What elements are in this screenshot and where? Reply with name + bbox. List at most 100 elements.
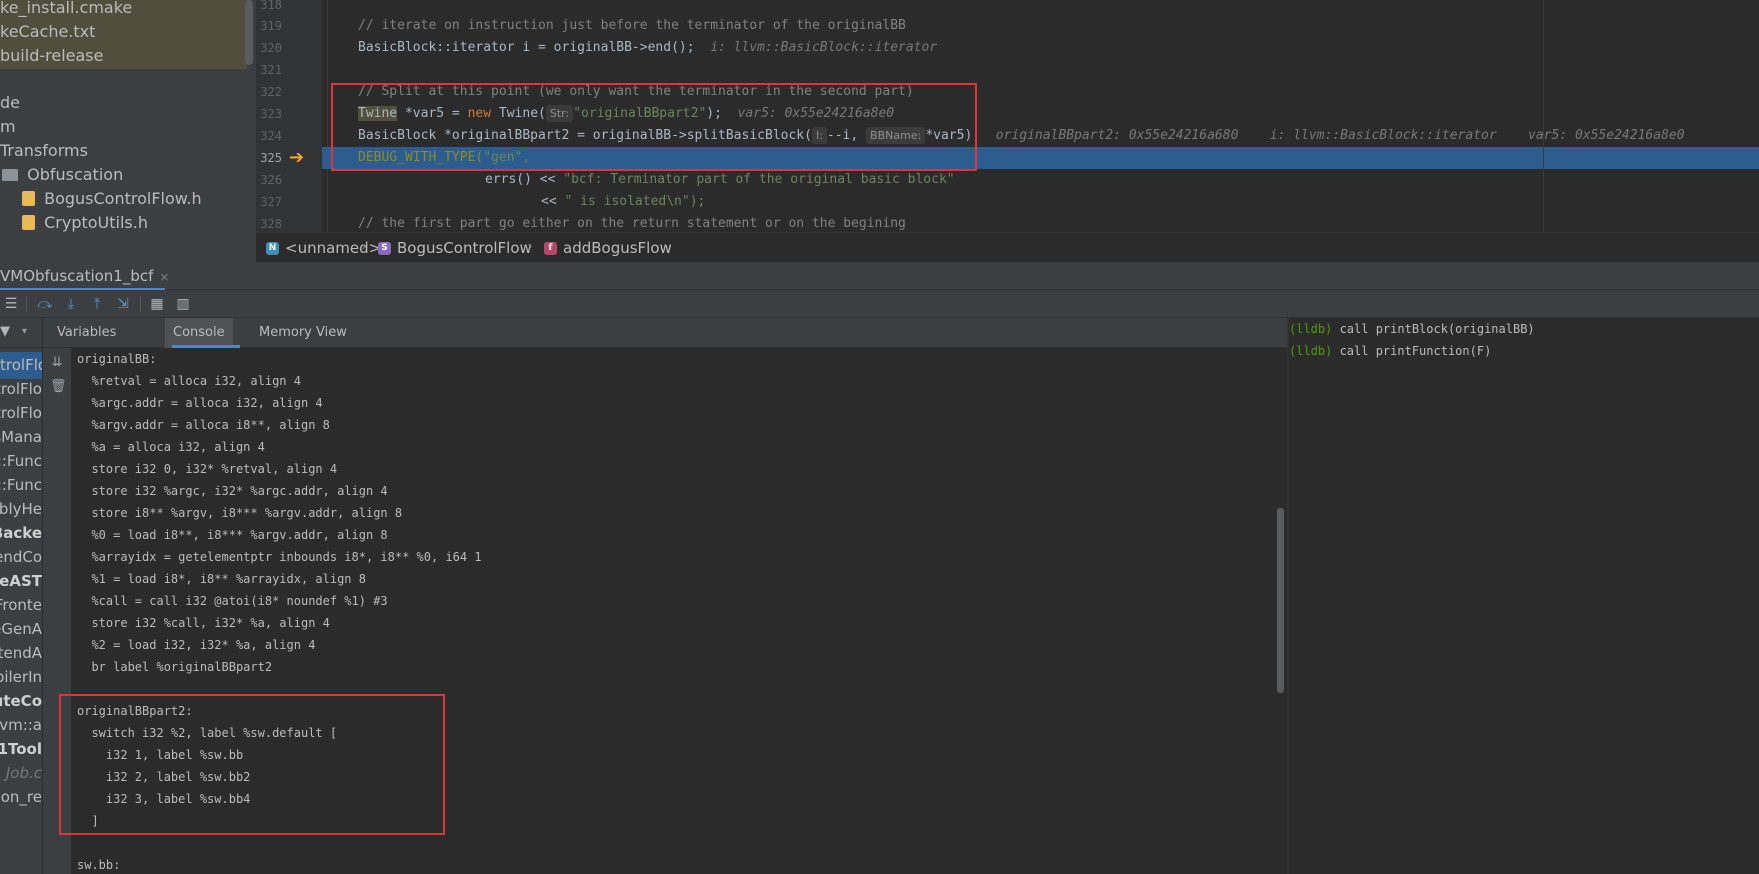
- close-icon[interactable]: ×: [159, 270, 169, 284]
- tree-item-boguscontrolflow-h[interactable]: BogusControlFlow.h: [22, 185, 202, 212]
- tree-item-de[interactable]: de: [0, 89, 20, 116]
- tree-item-cryptoutils-h[interactable]: CryptoUtils.h: [22, 209, 148, 236]
- folder-icon: [2, 168, 18, 181]
- chevron-down-icon[interactable]: ▾: [22, 326, 27, 337]
- header-file-icon: [22, 191, 35, 206]
- lldb-command-pane[interactable]: (lldb) call printBlock(originalBB) (lldb…: [1289, 318, 1759, 874]
- tab-variables[interactable]: Variables: [57, 318, 116, 348]
- frame-item[interactable]: Job.c: [6, 760, 42, 787]
- code-editor[interactable]: 318 319 320 321 322 323 324 325 326 327 …: [256, 0, 1759, 232]
- console-line: store i8** %argv, i8*** %argv.addr, alig…: [77, 506, 403, 520]
- console-line: store i32 0, i32* %retval, align 4: [77, 462, 338, 476]
- frame-item[interactable]: ablyHe: [0, 496, 42, 523]
- run-to-cursor-icon[interactable]: ⇲: [113, 294, 133, 314]
- tree-scrollbar[interactable]: [245, 0, 253, 65]
- line-number-current: 325: [260, 151, 282, 165]
- console-line: sw.bb:: [77, 858, 121, 872]
- tree-item-label: ke_install.cmake: [0, 0, 133, 17]
- code-line-325: DEBUG_WITH_TYPE("gen",: [358, 150, 531, 165]
- inline-value-hint: var5: 0x55e24216a8e0: [737, 106, 895, 121]
- console-line: %2 = load i32, i32* %a, align 4: [77, 638, 316, 652]
- filter-icon[interactable]: ▼: [0, 324, 10, 339]
- breadcrumb-struct[interactable]: S BogusControlFlow: [378, 239, 532, 257]
- line-number: 318: [260, 0, 282, 12]
- code-line-323: Twine *var5 = new Twine(Str: "originalBBp…: [358, 105, 895, 122]
- frame-item[interactable]: y::Func: [0, 448, 42, 475]
- frame-item[interactable]: tendA: [0, 640, 42, 667]
- line-number: 324: [260, 129, 282, 143]
- step-out-icon[interactable]: ⤒: [87, 294, 107, 314]
- console-line: store i32 %call, i32* %a, align 4: [77, 616, 330, 630]
- evaluate-table-icon[interactable]: ▦: [147, 294, 167, 314]
- tree-item-cmakecache[interactable]: keCache.txt: [0, 18, 247, 45]
- breadcrumb-separator: ›: [361, 239, 367, 255]
- console-line: i32 1, label %sw.bb: [77, 748, 244, 762]
- parameter-hint: BBName:: [866, 127, 926, 144]
- tree-item-label: keCache.txt: [0, 22, 96, 41]
- tree-item-m[interactable]: m: [0, 113, 16, 140]
- step-into-icon[interactable]: ⤓: [61, 294, 81, 314]
- toolbar-separator: [140, 296, 141, 312]
- tab-memory-view[interactable]: Memory View: [259, 318, 347, 348]
- frame-item[interactable]: tBacke: [0, 520, 42, 547]
- frame-item[interactable]: seAST: [0, 568, 42, 595]
- namespace-icon: N: [266, 242, 279, 255]
- console-line: %1 = load i8*, i8** %arrayidx, align 8: [77, 572, 366, 586]
- scroll-to-end-icon[interactable]: ⇊: [50, 356, 64, 370]
- line-number: 327: [260, 195, 282, 209]
- code-line-320: BasicBlock::iterator i = originalBB->end…: [358, 40, 938, 55]
- frame-item[interactable]: C1Tool: [0, 736, 42, 763]
- project-tree-panel: ke_install.cmake keCache.txt build-relea…: [0, 0, 256, 262]
- layout-icon[interactable]: ▥: [173, 294, 193, 314]
- console-line: ]: [77, 814, 99, 828]
- console-line: store i32 %argc, i32* %argc.addr, align …: [77, 484, 388, 498]
- frame-item[interactable]: ion_re: [0, 784, 42, 811]
- tree-item-transforms[interactable]: Transforms: [0, 137, 88, 164]
- frame-item[interactable]: trolFlo: [0, 352, 42, 379]
- frame-item[interactable]: eGenA: [0, 616, 42, 643]
- inline-value-hint: i: llvm::BasicBlock::iterator: [1269, 128, 1497, 143]
- frame-item[interactable]: llvm::a: [0, 712, 42, 739]
- frame-item[interactable]: trolFlo: [0, 376, 42, 403]
- frame-item[interactable]: trolFlo: [0, 400, 42, 427]
- tree-item-build-release[interactable]: build-release: [0, 42, 247, 69]
- console-scrollbar[interactable]: [1277, 508, 1284, 693]
- tree-item-label: Obfuscation: [27, 165, 124, 184]
- debug-session-tabbar: VMObfuscation1_bcf ×: [0, 262, 1759, 291]
- code-line-322: // Split at this point (we only want the…: [358, 84, 914, 99]
- tree-item-label: Transforms: [0, 141, 88, 160]
- frame-item[interactable]: Fronte: [0, 592, 42, 619]
- lldb-prompt: (lldb): [1289, 344, 1333, 358]
- line-number: 326: [260, 173, 282, 187]
- breadcrumb-function[interactable]: f addBogusFlow: [544, 239, 672, 257]
- tree-item-obfuscation[interactable]: Obfuscation: [2, 161, 123, 188]
- line-number: 320: [260, 41, 282, 55]
- tab-console[interactable]: Console: [165, 318, 233, 348]
- console-line: br label %originalBBpart2: [77, 660, 273, 674]
- console-line: %arrayidx = getelementptr inbounds i8*, …: [77, 550, 482, 564]
- menu-icon[interactable]: ☰: [1, 294, 21, 314]
- breadcrumb-separator: ›: [527, 239, 533, 255]
- frame-item[interactable]: kendCo: [0, 544, 42, 571]
- frame-item[interactable]: pilerIn: [0, 664, 42, 691]
- inline-value-hint: i: llvm::BasicBlock::iterator: [710, 40, 938, 55]
- console-line: %argv.addr = alloca i8**, align 8: [77, 418, 330, 432]
- frames-filter-bar: ▼ ▾: [0, 318, 42, 348]
- step-over-icon[interactable]: ⤼: [35, 294, 55, 314]
- console-line: i32 2, label %sw.bb2: [77, 770, 251, 784]
- header-file-icon: [22, 215, 35, 230]
- inline-value-hint: originalBBpart2: 0x55e24216a680: [995, 128, 1239, 143]
- indent-guide: [327, 0, 328, 232]
- frame-item[interactable]: y::Func: [0, 472, 42, 499]
- console-line: %argc.addr = alloca i32, align 4: [77, 396, 323, 410]
- console-line: i32 3, label %sw.bb4: [77, 792, 251, 806]
- line-number: 323: [260, 107, 282, 121]
- code-line-327: << " is isolated\n");: [541, 194, 706, 209]
- frame-item[interactable]: cuteCo: [0, 688, 42, 715]
- trash-icon[interactable]: 🗑: [50, 380, 67, 394]
- execution-point-arrow-icon: ➔: [289, 147, 305, 168]
- console-output[interactable]: originalBB: %retval = alloca i32, align …: [71, 348, 1287, 874]
- frame-item[interactable]: ssMana: [0, 424, 42, 451]
- debug-session-tab[interactable]: VMObfuscation1_bcf ×: [0, 262, 169, 290]
- line-gutter: 318 319 320 321 322 323 324 325 326 327 …: [256, 0, 322, 232]
